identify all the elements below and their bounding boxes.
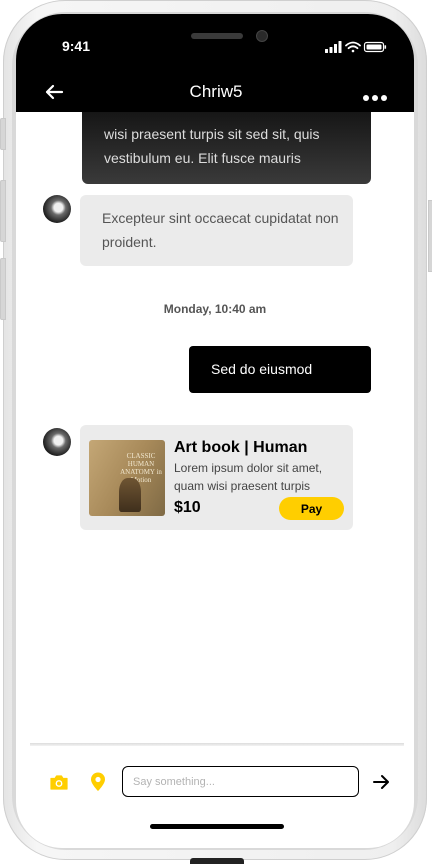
- camera-lens: [256, 30, 268, 42]
- composer-divider: [30, 743, 404, 746]
- side-button: [0, 180, 6, 242]
- product-price: $10: [174, 499, 201, 516]
- message-text: wisi praesent turpis sit sed sit, quis v…: [104, 126, 320, 166]
- sent-message-bubble: Sed do eiusmod: [189, 346, 371, 393]
- side-button: [0, 258, 6, 320]
- more-icon[interactable]: [363, 88, 391, 101]
- phone-bottom-edge: [190, 858, 244, 864]
- battery-icon: [363, 41, 387, 53]
- camera-icon[interactable]: [49, 772, 69, 792]
- location-pin-icon[interactable]: [89, 772, 107, 792]
- home-indicator[interactable]: [150, 824, 284, 829]
- received-message-bubble: Excepteur sint occaecat cupidatat non pr…: [80, 195, 353, 266]
- pay-button[interactable]: Pay: [279, 497, 344, 520]
- message-input[interactable]: [122, 766, 359, 797]
- back-arrow-icon[interactable]: [44, 84, 64, 100]
- book-figure: [119, 478, 141, 512]
- message-text: Sed do eiusmod: [211, 361, 313, 377]
- avatar[interactable]: [43, 428, 71, 456]
- phone-screen: 9:41 Chriw5 wisi praesent turpis sit sed…: [16, 14, 414, 848]
- chat-title: Chriw5: [189, 82, 243, 101]
- product-title: Art book | Human: [174, 439, 308, 456]
- product-card[interactable]: CLASSIC HUMAN ANATOMY in Motion Art book…: [80, 425, 353, 530]
- side-button: [428, 200, 432, 272]
- status-icons: [325, 41, 387, 53]
- signal-icon: [325, 41, 342, 53]
- received-message-bubble: wisi praesent turpis sit sed sit, quis v…: [82, 112, 371, 184]
- book-cover-image: CLASSIC HUMAN ANATOMY in Motion: [89, 440, 165, 516]
- day-timestamp: Monday, 10:40 am: [163, 302, 267, 316]
- product-description: Lorem ipsum dolor sit amet, quam wisi pr…: [174, 461, 323, 493]
- speaker: [191, 33, 243, 39]
- status-time: 9:41: [61, 38, 91, 54]
- wifi-icon: [345, 41, 361, 53]
- message-text: Excepteur sint occaecat cupidatat non pr…: [102, 210, 339, 250]
- side-button: [0, 118, 6, 150]
- avatar[interactable]: [43, 195, 71, 223]
- send-arrow-icon[interactable]: [372, 774, 390, 790]
